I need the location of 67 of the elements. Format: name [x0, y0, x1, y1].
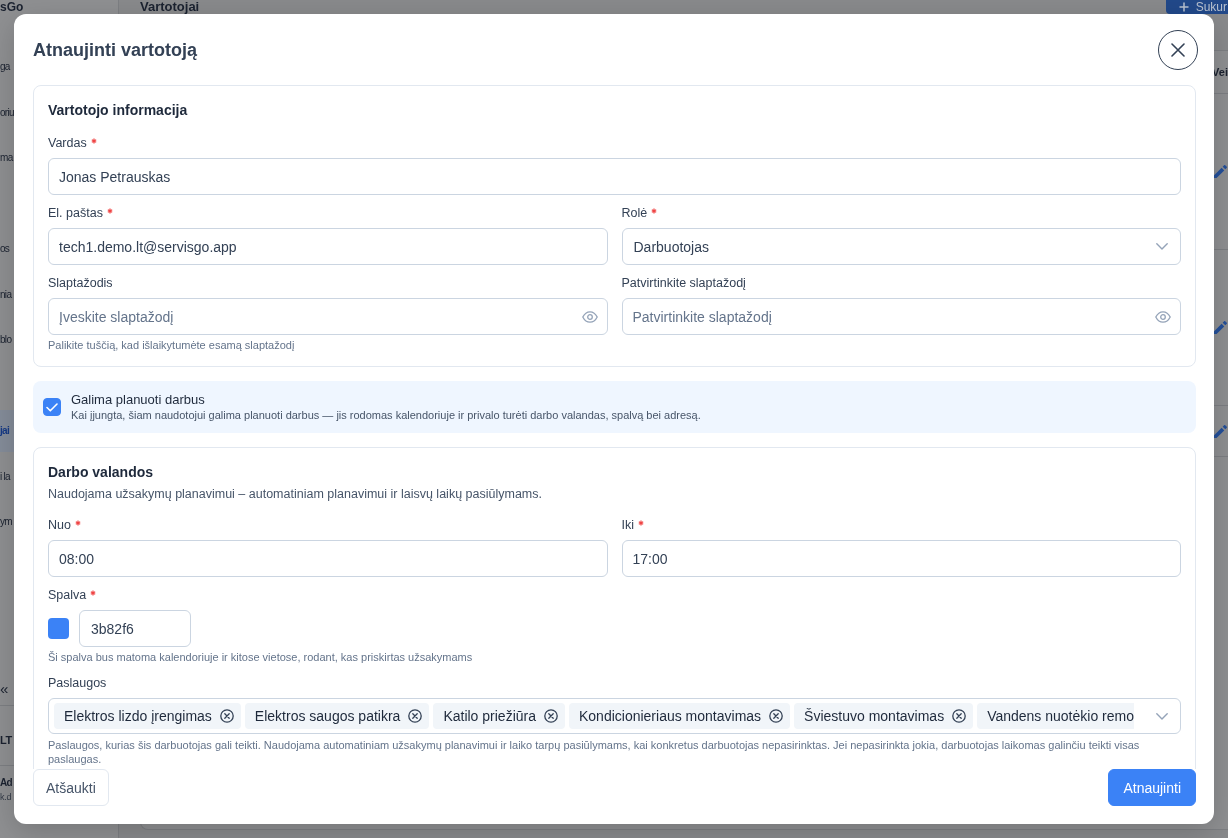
sidebar-item[interactable]: os: [0, 226, 14, 272]
service-name: Kondicionieriaus montavimas: [579, 708, 762, 724]
text-field[interactable]: 08:00: [48, 540, 608, 577]
create-button[interactable]: Sukur: [1165, 0, 1228, 14]
service-name: Katilo priežiūra: [443, 708, 536, 724]
section-title: Vartotojo informacija: [48, 101, 189, 120]
field-hint: Ši spalva bus matoma kalendoriuje ir kitose vietose, rodant, kas priskirtas užsakymams: [48, 650, 474, 664]
field-label: Vardas: [48, 135, 87, 152]
field-label: Patvirtinkite slaptažodį: [621, 275, 746, 292]
update-button[interactable]: Atnaujinti: [1108, 769, 1196, 806]
chevron-down-icon: [1156, 712, 1168, 720]
sidebar-item[interactable]: blo: [0, 317, 14, 363]
field-label: Slaptažodis: [48, 275, 113, 292]
pencil-icon[interactable]: [1213, 164, 1228, 179]
plus-icon: [1178, 2, 1189, 12]
option-title: Galima planuoti darbus: [71, 392, 205, 408]
field-hint: Palikite tuščią, kad išlaikytumėte esamą slaptažodį: [48, 338, 296, 352]
service-name: Elektros lizdo įrengimas: [64, 708, 212, 724]
field-label: Nuo: [48, 517, 71, 534]
field-label: Spalva: [48, 587, 87, 604]
color-swatch-icon[interactable]: [48, 618, 69, 639]
field-label: Rolė: [621, 205, 648, 222]
password-field[interactable]: Patvirtinkite slaptažodį: [621, 298, 1181, 335]
service-name: Šviestuvo montavimas: [804, 708, 945, 724]
sidebar-item[interactable]: oriu: [0, 89, 14, 136]
checkbox[interactable]: [43, 398, 61, 416]
text-field[interactable]: Jonas Petrauskas: [48, 158, 1181, 195]
pencil-icon[interactable]: [1213, 423, 1228, 439]
color-code-field[interactable]: 3b82f6: [79, 610, 191, 647]
field-hint: Paslaugos, kurias šis darbuotojas gali teikti. Naudojama automatiniam užsakymų planavimui ir laiko tarpų pasiūlymams, kai konkretus darbuotojas nepasirinktas. Jei nepasirinkta jokia, darbuotojas laikomas galinčiu teikti visas paslaugas.: [48, 738, 1141, 766]
remove-icon[interactable]: [544, 709, 558, 723]
user-email: k.d: [0, 791, 12, 803]
remove-icon[interactable]: [408, 709, 423, 723]
dialog-title: Atnaujinti vartotoją: [33, 39, 197, 61]
page-title: Vartotojai: [140, 0, 200, 14]
pencil-icon[interactable]: [1213, 320, 1228, 335]
section-title: Darbo valandos: [48, 463, 155, 482]
collapse-button[interactable]: «: [0, 671, 9, 705]
sidebar-item[interactable]: i la: [0, 453, 14, 500]
service-name: Elektros saugos patikra: [254, 708, 401, 724]
service-name: Vandens nuotėkio remo: [987, 708, 1134, 724]
remove-icon[interactable]: [769, 709, 784, 723]
language-selector[interactable]: LT: [0, 732, 13, 748]
sidebar-item[interactable]: ym: [0, 499, 14, 545]
app-logo: sGo: [0, 0, 24, 14]
option-description: Kai įjungta, šiam naudotojui galima planuoti darbus — jis rodomas kalendoriuje ir privalo turėti darbo valandas, spalvą bei adresą.: [71, 408, 701, 422]
field-label: El. paštas: [48, 205, 103, 222]
sidebar-item[interactable]: jai: [0, 410, 14, 452]
checkmark-icon: [46, 402, 58, 412]
sidebar-item[interactable]: nia: [0, 271, 14, 318]
remove-icon[interactable]: [952, 709, 967, 723]
remove-icon[interactable]: [219, 709, 234, 723]
close-icon: [1171, 43, 1185, 57]
text-field[interactable]: 17:00: [621, 540, 1181, 577]
cancel-button[interactable]: Atšaukti: [33, 769, 109, 806]
password-field[interactable]: Įveskite slaptažodį: [48, 298, 608, 335]
close-button[interactable]: [1158, 30, 1198, 70]
section-description: Naudojama užsakymų planavimui – automatiniam planavimui ir laisvų laikų pasiūlymams.: [48, 486, 543, 503]
multi-select-field[interactable]: Elektros lizdo įrengimas Elektros saugos patikra Katilo priežiūra Kondicionieriaus montavimas Šviestuvo montavimas Vandens nuotėkio remo: [48, 698, 1181, 734]
user-name: Ad: [0, 776, 12, 790]
sidebar-item[interactable]: ma: [0, 135, 14, 181]
sidebar-item[interactable]: ga: [0, 44, 14, 90]
text-field[interactable]: tech1.demo.lt@servisgo.app: [48, 228, 608, 265]
field-label: Iki: [621, 517, 634, 534]
dropdown-field[interactable]: Darbuotojas: [621, 228, 1181, 265]
chevron-down-icon: [1156, 243, 1168, 250]
field-label: Paslaugos: [48, 675, 107, 692]
